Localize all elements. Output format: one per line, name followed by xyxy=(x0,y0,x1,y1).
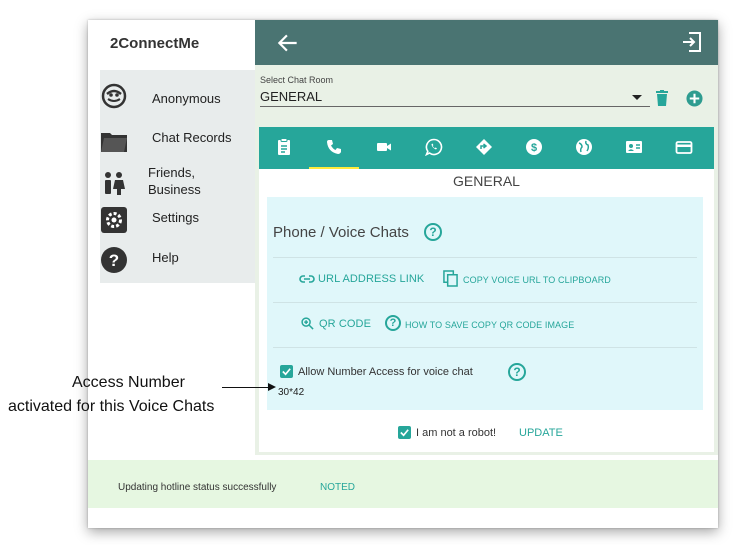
tab-direction[interactable] xyxy=(459,127,509,169)
sidebar-item-help[interactable]: ? Help xyxy=(100,246,255,282)
snackbar-message: Updating hotline status successfully xyxy=(118,482,277,493)
tab-bar: $ xyxy=(259,127,714,169)
how-to-save-qr-button[interactable]: HOW TO SAVE COPY QR CODE IMAGE xyxy=(405,320,574,330)
divider xyxy=(273,257,697,258)
top-app-bar xyxy=(255,20,718,65)
sidebar-item-label: Settings xyxy=(152,210,199,225)
sidebar-item-chat-records[interactable]: Chat Records xyxy=(100,127,255,163)
dollar-icon: $ xyxy=(526,139,542,155)
not-a-robot-checkbox[interactable] xyxy=(398,426,411,439)
qr-code-button[interactable]: QR CODE xyxy=(319,318,371,330)
gear-icon xyxy=(101,207,127,233)
copy-icon xyxy=(443,270,458,287)
url-address-link-button[interactable]: URL ADDRESS LINK xyxy=(318,273,424,285)
svg-text:?: ? xyxy=(109,251,119,270)
help-circle-icon[interactable]: ? xyxy=(424,223,442,241)
access-number-value: 30*42 xyxy=(278,387,305,398)
update-button[interactable]: UPDATE xyxy=(519,427,563,439)
divider xyxy=(273,302,697,303)
stage: 2ConnectMe Anonymous Chat Records Friend… xyxy=(0,0,754,545)
video-icon xyxy=(377,143,391,151)
divider xyxy=(273,347,697,348)
snackbar-noted-button[interactable]: NOTED xyxy=(320,482,355,493)
phone-icon xyxy=(327,140,341,154)
copy-voice-url-button[interactable]: COPY VOICE URL TO CLIPBOARD xyxy=(463,275,611,285)
sidebar-menu: Anonymous Chat Records Friends, Business xyxy=(100,70,255,283)
main-content: Select Chat Room GENERAL $ GENERAL Phone… xyxy=(255,65,718,455)
card-icon xyxy=(675,141,693,154)
anonymous-face-icon xyxy=(101,83,127,109)
sidebar-item-friends-business[interactable]: Friends, Business xyxy=(100,163,255,203)
sidebar-item-label: Help xyxy=(152,250,179,265)
tab-phone[interactable] xyxy=(309,127,359,169)
help-circle-icon: ? xyxy=(385,315,401,331)
annotation-arrow-head xyxy=(268,383,276,391)
help-circle-icon[interactable]: ? xyxy=(508,363,526,381)
tab-globe[interactable] xyxy=(559,127,609,169)
chat-room-label: Select Chat Room xyxy=(260,75,334,85)
tab-whatsapp[interactable] xyxy=(409,127,459,169)
card-title: GENERAL xyxy=(453,173,520,189)
sidebar-item-label: Anonymous xyxy=(152,91,221,106)
trash-icon[interactable] xyxy=(655,90,669,106)
chat-card: $ GENERAL Phone / Voice Chats ? URL ADDR… xyxy=(259,127,714,452)
panel-title: Phone / Voice Chats xyxy=(273,224,409,241)
help-icon: ? xyxy=(101,247,127,273)
zoom-in-icon xyxy=(301,317,314,330)
sidebar-item-label: Chat Records xyxy=(152,130,232,145)
contact-card-icon xyxy=(626,141,642,153)
chat-room-value: GENERAL xyxy=(260,89,323,104)
annotation-arrow-line xyxy=(222,387,270,388)
arrow-left-icon[interactable] xyxy=(275,30,301,56)
sidebar-item-settings[interactable]: Settings xyxy=(100,206,255,242)
voice-chat-panel: Phone / Voice Chats ? URL ADDRESS LINK C… xyxy=(267,197,703,410)
app-title: 2ConnectMe xyxy=(110,35,200,52)
not-a-robot-label: I am not a robot! xyxy=(416,427,497,439)
app-window: 2ConnectMe Anonymous Chat Records Friend… xyxy=(88,20,718,528)
active-tab-indicator xyxy=(309,167,359,169)
snackbar: Updating hotline status successfully NOT… xyxy=(88,460,718,508)
checkmark-icon xyxy=(400,429,409,437)
sidebar-item-anonymous[interactable]: Anonymous xyxy=(100,82,255,118)
tab-clipboard[interactable] xyxy=(259,127,309,169)
clipboard-icon xyxy=(278,138,290,155)
folder-icon xyxy=(101,133,127,152)
tab-card[interactable] xyxy=(659,127,709,169)
link-icon xyxy=(299,275,315,283)
allow-number-access-checkbox[interactable] xyxy=(280,365,293,378)
tab-video[interactable] xyxy=(359,127,409,169)
annotation-line-2: activated for this Voice Chats xyxy=(8,398,215,415)
checkmark-icon xyxy=(282,368,291,376)
people-icon xyxy=(105,172,125,195)
direction-icon xyxy=(476,139,492,155)
add-circle-icon[interactable] xyxy=(686,90,703,107)
whatsapp-icon xyxy=(425,138,443,156)
globe-icon xyxy=(576,139,592,155)
tab-dollar[interactable]: $ xyxy=(509,127,559,169)
brand-bar: 2ConnectMe xyxy=(88,20,255,70)
svg-text:$: $ xyxy=(531,142,537,154)
sidebar-item-label: Friends, Business xyxy=(148,165,201,197)
tab-contact-card[interactable] xyxy=(609,127,659,169)
chat-room-select[interactable]: GENERAL xyxy=(260,87,650,107)
annotation-line-1: Access Number xyxy=(72,374,185,391)
exit-icon[interactable] xyxy=(680,30,704,54)
dropdown-arrow-icon xyxy=(632,95,642,100)
allow-number-access-label: Allow Number Access for voice chat xyxy=(298,366,473,378)
